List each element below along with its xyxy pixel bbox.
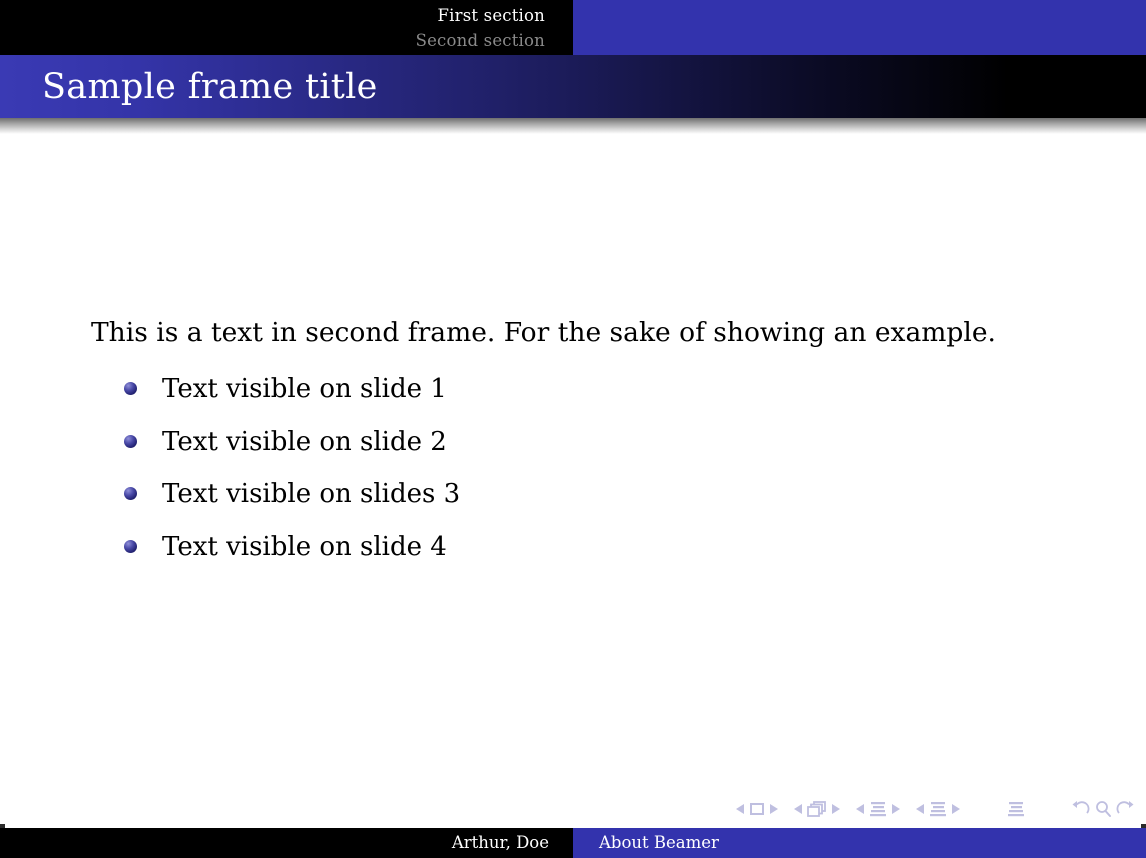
next-subsection-icon[interactable] (889, 802, 901, 816)
bullet-icon (124, 434, 137, 448)
bullet-icon (124, 539, 137, 553)
go-forward-icon[interactable] (1113, 800, 1135, 818)
section-nav-group (915, 801, 961, 817)
list-item-label: Text visible on slide 4 (162, 531, 447, 562)
footer-presentation-title: About Beamer (599, 833, 719, 852)
frame-title: Sample frame title (42, 67, 378, 107)
prev-slide-icon[interactable] (735, 802, 747, 816)
frame-title-bar: Sample frame title (0, 55, 1146, 118)
slide-icon[interactable] (747, 802, 767, 816)
prev-frame-icon[interactable] (793, 802, 805, 816)
slide-body: This is a text in second frame. For the … (0, 134, 1146, 858)
header-navigation-bar: First section Second section (0, 0, 1146, 55)
next-slide-icon[interactable] (767, 802, 779, 816)
nav-section-second[interactable]: Second section (0, 28, 545, 53)
document-nav-group (1005, 801, 1027, 817)
document-icon[interactable] (1005, 801, 1027, 817)
nav-section-first[interactable]: First section (0, 0, 545, 28)
footer-author: Arthur, Doe (451, 833, 549, 852)
list-item-label: Text visible on slide 2 (162, 426, 447, 457)
beamer-navigation-symbols (735, 798, 1135, 820)
frame-nav-group (793, 801, 841, 817)
bullet-icon (124, 487, 137, 500)
slide-nav-group (735, 802, 779, 816)
bullet-list: Text visible on slide 1 Text visible on … (124, 369, 460, 579)
bullet-icon (124, 382, 137, 395)
prev-subsection-icon[interactable] (855, 802, 867, 816)
list-item-label: Text visible on slide 1 (162, 374, 447, 404)
beamer-slide: First section Second section Sample fram… (0, 0, 1146, 858)
section-icon[interactable] (927, 801, 949, 817)
subsection-nav-group (855, 801, 901, 817)
intro-paragraph: This is a text in second frame. For the … (91, 317, 996, 348)
next-frame-icon[interactable] (829, 802, 841, 816)
search-icon[interactable] (1093, 800, 1113, 818)
next-section-icon[interactable] (949, 802, 961, 816)
list-item: Text visible on slide 2 (124, 422, 460, 475)
title-bar-shadow (0, 118, 1146, 134)
header-accent-panel (573, 0, 1146, 55)
list-item: Text visible on slide 1 (124, 369, 460, 422)
history-nav-group (1071, 800, 1135, 818)
go-back-icon[interactable] (1071, 800, 1093, 818)
list-item: Text visible on slide 4 (124, 527, 460, 580)
list-item-label: Text visible on slides 3 (162, 479, 461, 509)
list-item: Text visible on slides 3 (124, 474, 460, 527)
section-navigation: First section Second section (0, 0, 573, 55)
prev-section-icon[interactable] (915, 802, 927, 816)
footer-bar: Arthur, Doe About Beamer (0, 828, 1146, 858)
subsection-icon[interactable] (867, 801, 889, 817)
frame-icon[interactable] (805, 801, 829, 817)
